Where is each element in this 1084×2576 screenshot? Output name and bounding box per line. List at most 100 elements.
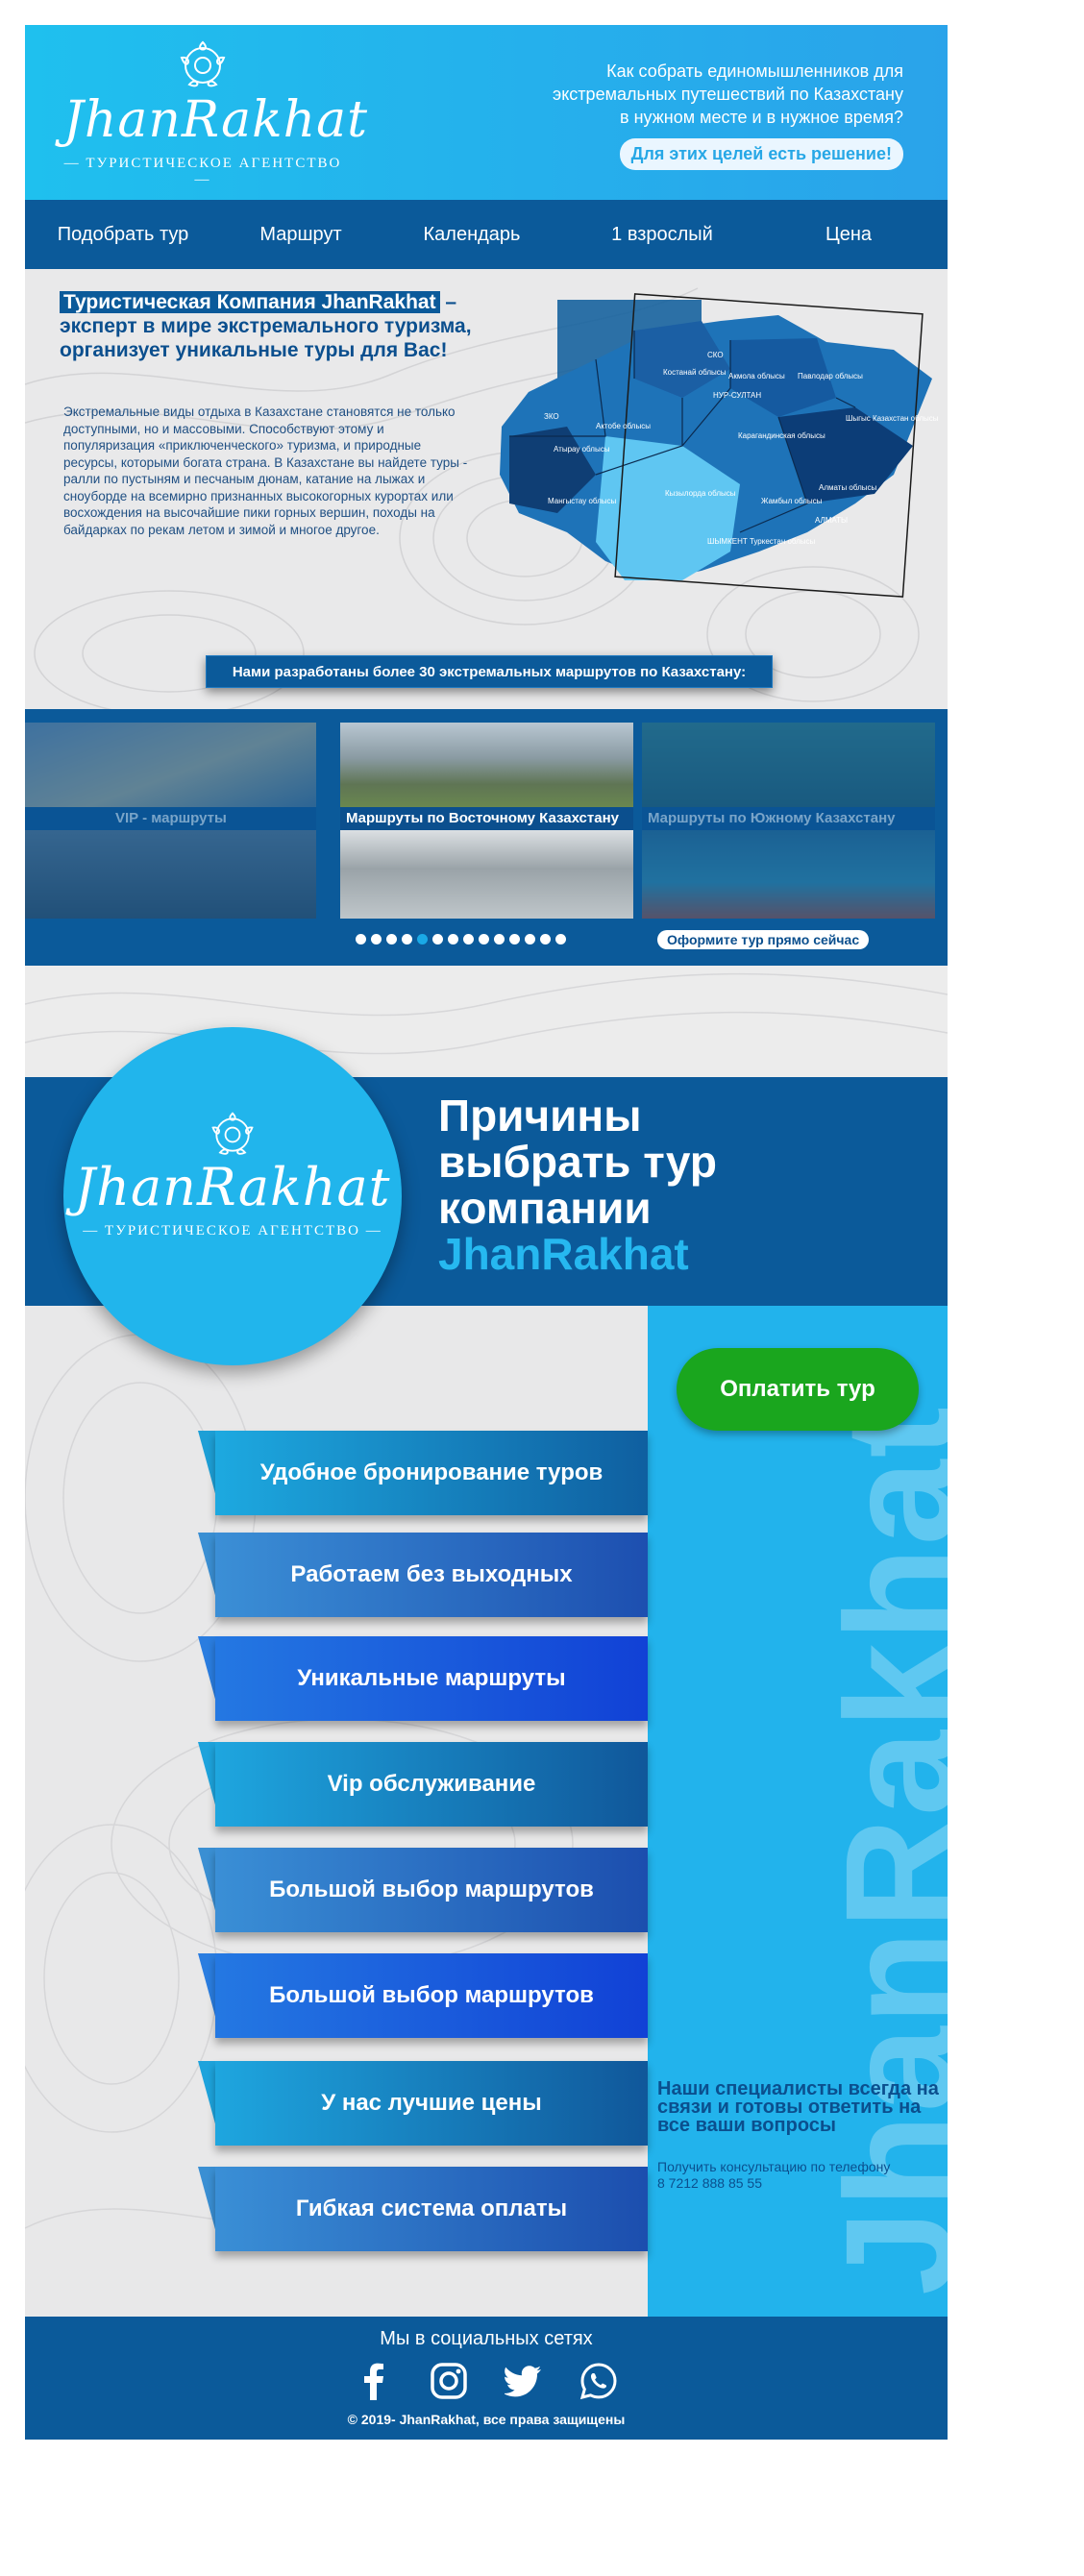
question-line: экстремальных путешествий по Казахстану bbox=[553, 85, 903, 104]
slide-photo bbox=[642, 828, 935, 919]
slide-photo bbox=[340, 723, 633, 811]
twitter-icon[interactable] bbox=[505, 2362, 543, 2400]
carousel-dot[interactable] bbox=[432, 934, 443, 945]
routes-banner: Нами разработаны более 30 экстремальных … bbox=[206, 655, 773, 688]
map-label: СКО bbox=[707, 351, 724, 359]
logo-subtitle: — ТУРИСТИЧЕСКОЕ АГЕНТСТВО — bbox=[83, 1223, 382, 1239]
intro-section: Туристическая Компания JhanRakhat – эксп… bbox=[25, 269, 948, 709]
slide-photo bbox=[642, 723, 935, 811]
reason-label: Удобное бронирование туров bbox=[215, 1431, 648, 1515]
pay-tour-button[interactable]: Оплатить тур bbox=[677, 1348, 919, 1431]
slide-caption: VIP - маршруты bbox=[25, 807, 316, 830]
map-label: Алматы облысы bbox=[819, 483, 877, 492]
map-label: ЗКО bbox=[544, 412, 559, 421]
reasons-logo-circle: JhanRakhat — ТУРИСТИЧЕСКОЕ АГЕНТСТВО — bbox=[63, 1027, 402, 1365]
carousel-dot[interactable] bbox=[509, 934, 520, 945]
routes-carousel: VIP - маршруты Маршруты по Восточному Ка… bbox=[25, 709, 948, 966]
carousel-dot[interactable] bbox=[555, 934, 566, 945]
reason-item: Работаем без выходных bbox=[198, 1533, 648, 1617]
slide-photo bbox=[25, 828, 316, 919]
contact-phone[interactable]: 8 7212 888 85 55 bbox=[657, 2175, 946, 2192]
reason-item: Большой выбор маршрутов bbox=[198, 1848, 648, 1932]
nav-item-calendar[interactable]: Календарь bbox=[381, 224, 563, 246]
map-label: Костанай облысы bbox=[663, 368, 727, 377]
carousel-slide-east[interactable]: Маршруты по Восточному Казахстану bbox=[340, 723, 633, 919]
carousel-dot[interactable] bbox=[402, 934, 412, 945]
map-label: Кызылорда облысы bbox=[665, 489, 736, 498]
reason-label: Vip обслуживание bbox=[215, 1742, 648, 1827]
map-label: Акмола облысы bbox=[728, 372, 785, 380]
copyright: © 2019- JhanRakhat, все права защищены bbox=[347, 2412, 626, 2427]
logo-text: JhanRakhat bbox=[74, 1157, 391, 1217]
carousel-dot[interactable] bbox=[371, 934, 382, 945]
slide-photo bbox=[340, 828, 633, 919]
map-label: АЛМАТЫ bbox=[815, 516, 848, 525]
map-label: Павлодар облысы bbox=[798, 372, 863, 380]
reason-label: Большой выбор маршрутов bbox=[215, 1953, 648, 2038]
header: JhanRakhat — ТУРИСТИЧЕСКОЕ АГЕНТСТВО — К… bbox=[25, 25, 948, 200]
reason-item: Уникальные маршруты bbox=[198, 1636, 648, 1721]
reasons-title-line: компании bbox=[438, 1183, 652, 1233]
carousel-slide-vip[interactable]: VIP - маршруты bbox=[25, 723, 316, 919]
header-question: Как собрать единомышленников для экстрем… bbox=[442, 60, 903, 129]
reason-label: Уникальные маршруты bbox=[215, 1636, 648, 1721]
reasons-title: Причины выбрать тур компании JhanRakhat bbox=[438, 1092, 717, 1277]
reasons-title-line: Причины bbox=[438, 1091, 642, 1141]
carousel-dot[interactable] bbox=[386, 934, 397, 945]
map-label: Мангыстау облысы bbox=[548, 497, 617, 505]
logo[interactable]: JhanRakhat — ТУРИСТИЧЕСКОЕ АГЕНТСТВО — bbox=[63, 38, 369, 188]
reasons-header: JhanRakhat — ТУРИСТИЧЕСКОЕ АГЕНТСТВО — П… bbox=[25, 1027, 948, 1365]
map-label: Атырау облысы bbox=[554, 445, 610, 454]
slide-photo bbox=[25, 723, 316, 811]
carousel-dot-active[interactable] bbox=[417, 934, 428, 945]
map-label: Карагандинская облысы bbox=[738, 431, 825, 440]
flower-logo-icon bbox=[180, 40, 226, 87]
carousel-dot[interactable] bbox=[525, 934, 535, 945]
landing-page: JhanRakhat — ТУРИСТИЧЕСКОЕ АГЕНТСТВО — К… bbox=[25, 25, 948, 2440]
solution-badge: Для этих целей есть решение! bbox=[619, 138, 903, 170]
intro-title: Туристическая Компания JhanRakhat – эксп… bbox=[60, 290, 482, 362]
reasons-title-line: выбрать тур bbox=[438, 1137, 717, 1187]
carousel-dot[interactable] bbox=[463, 934, 474, 945]
nav-item-guests[interactable]: 1 взрослый bbox=[563, 224, 761, 246]
question-line: в нужном месте и в нужное время? bbox=[620, 108, 903, 127]
slide-caption: Маршруты по Восточному Казахстану bbox=[340, 807, 633, 830]
reason-item: Удобное бронирование туров bbox=[198, 1431, 648, 1515]
reason-item: Гибкая система оплаты bbox=[198, 2167, 648, 2251]
reason-label: У нас лучшие цены bbox=[215, 2061, 648, 2146]
footer: Мы в социальных сетях © 2019- JhanRakhat… bbox=[25, 2317, 948, 2440]
map-label: НУР-СУЛТАН bbox=[713, 391, 761, 400]
instagram-icon[interactable] bbox=[430, 2362, 468, 2400]
nav-item-tour[interactable]: Подобрать тур bbox=[25, 224, 221, 246]
contact-title: Наши специалисты всегда на связи и готов… bbox=[657, 2078, 939, 2136]
contact-subtitle: Получить консультацию по телефону bbox=[657, 2159, 891, 2174]
logo-text: JhanRakhat bbox=[63, 91, 369, 149]
map-label: ШЫМКЕНТ Туркестан облысы bbox=[707, 537, 816, 546]
nav-item-price[interactable]: Цена bbox=[761, 224, 936, 246]
carousel-dot[interactable] bbox=[494, 934, 505, 945]
slide-caption: Маршруты по Южному Казахстану bbox=[642, 807, 935, 830]
carousel-dot[interactable] bbox=[448, 934, 458, 945]
flower-logo-icon bbox=[211, 1112, 254, 1155]
map-label: Жамбыл облысы bbox=[761, 497, 823, 505]
social-title: Мы в социальных сетях bbox=[380, 2328, 593, 2349]
facebook-icon[interactable] bbox=[355, 2362, 393, 2400]
carousel-dots bbox=[356, 934, 566, 945]
kazakhstan-map[interactable]: СКО Костанай облысы Акмола облысы Павлод… bbox=[490, 292, 942, 600]
carousel-dot[interactable] bbox=[479, 934, 489, 945]
intro-text: Экстремальные виды отдыха в Казахстане с… bbox=[63, 405, 468, 537]
map-label: Актобе облысы bbox=[596, 422, 651, 430]
contact-info: Получить консультацию по телефону 8 7212… bbox=[657, 2159, 946, 2192]
reasons-body: JhanRakhat Оплатить тур Удобное брониров… bbox=[25, 1306, 948, 2317]
map-label: Шыгыс Казахстан облысы bbox=[846, 414, 939, 423]
main-nav: Подобрать тур Маршрут Календарь 1 взросл… bbox=[25, 200, 948, 269]
reason-item: Большой выбор маршрутов bbox=[198, 1953, 648, 2038]
nav-item-route[interactable]: Маршрут bbox=[221, 224, 381, 246]
carousel-dot[interactable] bbox=[356, 934, 366, 945]
social-links bbox=[25, 2362, 948, 2400]
whatsapp-icon[interactable] bbox=[579, 2362, 618, 2400]
carousel-dot[interactable] bbox=[540, 934, 551, 945]
order-tour-button[interactable]: Оформите тур прямо сейчас bbox=[657, 930, 870, 949]
reasons-title-brand: JhanRakhat bbox=[438, 1229, 689, 1279]
carousel-slide-south[interactable]: Маршруты по Южному Казахстану bbox=[642, 723, 935, 919]
